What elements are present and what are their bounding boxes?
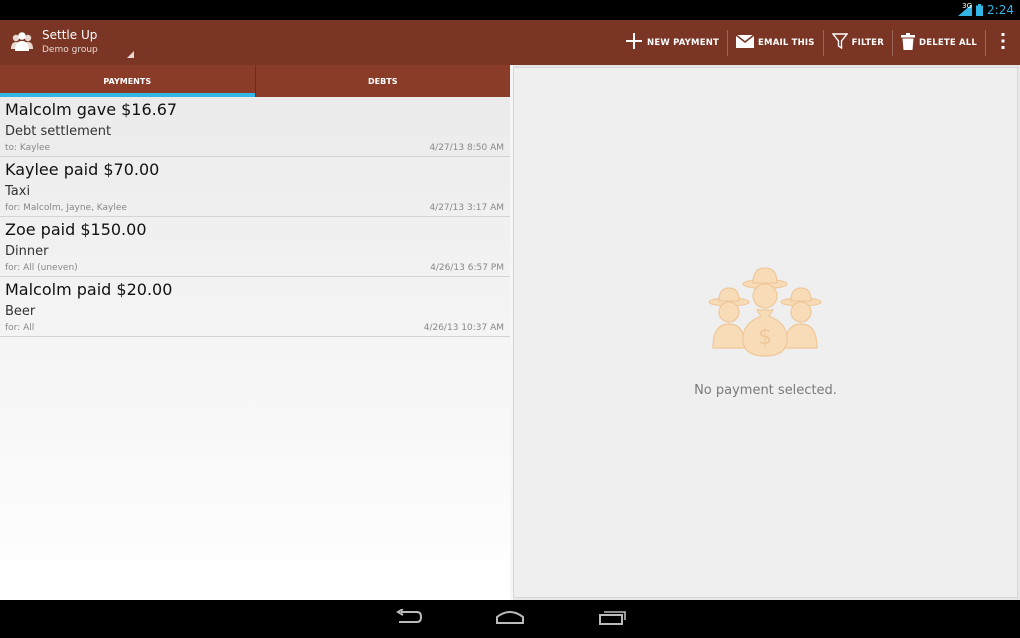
payment-date: 4/27/13 3:17 AM (429, 203, 504, 213)
payment-participants: for: All (uneven) (5, 263, 78, 273)
delete-all-label: DELETE ALL (918, 37, 977, 48)
list-item[interactable]: Zoe paid $150.00 Dinner for: All (uneven… (0, 217, 510, 277)
new-payment-button[interactable]: NEW PAYMENT (617, 20, 727, 65)
payment-description: Debt settlement (5, 124, 112, 139)
more-vertical-icon (1001, 32, 1005, 54)
email-this-label: EMAIL THIS (758, 37, 815, 48)
group-icon[interactable] (10, 31, 34, 53)
list-item[interactable]: Malcolm gave $16.67 Debt settlement to: … (0, 97, 510, 157)
delete-all-button[interactable]: DELETE ALL (893, 20, 985, 65)
action-bar: Settle Up Demo group NEW PAYMENT EMAIL T… (0, 20, 1020, 65)
trash-icon (900, 32, 915, 53)
tab-payments[interactable]: PAYMENTS (0, 65, 255, 97)
plus-icon (625, 32, 643, 53)
network-type: 3G (962, 2, 973, 10)
payments-list: Malcolm gave $16.67 Debt settlement to: … (0, 97, 510, 600)
recent-apps-button[interactable] (596, 608, 630, 630)
empty-state-message: No payment selected. (694, 383, 837, 398)
back-button[interactable] (391, 608, 425, 630)
payment-title: Malcolm paid $20.00 (5, 280, 173, 299)
payment-participants: for: All (5, 323, 35, 333)
filter-button[interactable]: FILTER (824, 20, 892, 65)
navigation-bar (0, 600, 1020, 638)
payment-participants: to: Kaylee (5, 143, 51, 153)
filter-icon (831, 33, 849, 52)
payment-date: 4/26/13 10:37 AM (423, 323, 504, 333)
recent-apps-icon (598, 609, 628, 629)
payment-title: Zoe paid $150.00 (5, 220, 147, 239)
new-payment-label: NEW PAYMENT (647, 37, 720, 48)
overflow-menu-button[interactable] (986, 20, 1020, 65)
cowboys-money-bag-icon: $ (705, 264, 825, 360)
status-icons: 3G 2:24 (958, 2, 1014, 18)
email-this-button[interactable]: EMAIL THIS (728, 20, 823, 65)
payment-date: 4/26/13 6:57 PM (430, 263, 504, 273)
back-icon (393, 608, 423, 629)
payment-title: Malcolm gave $16.67 (5, 100, 178, 119)
tab-bar: PAYMENTS DEBTS (0, 65, 510, 97)
group-name: Demo group (42, 45, 98, 55)
battery-icon (976, 4, 984, 16)
tab-debts[interactable]: DEBTS (254, 65, 511, 97)
detail-pane: $ No payment selected. (513, 65, 1020, 600)
app-title: Settle Up (42, 28, 98, 42)
home-icon (495, 609, 525, 629)
payment-description: Beer (5, 304, 36, 319)
list-item[interactable]: Kaylee paid $70.00 Taxi for: Malcolm, Ja… (0, 157, 510, 217)
payment-title: Kaylee paid $70.00 (5, 160, 160, 179)
spinner-arrow-icon (127, 51, 134, 58)
payment-description: Taxi (5, 184, 31, 199)
email-icon (735, 33, 755, 51)
action-buttons: NEW PAYMENT EMAIL THIS FILTER DELETE ALL (617, 20, 1020, 65)
payment-description: Dinner (5, 244, 49, 259)
filter-label: FILTER (851, 37, 884, 48)
list-item[interactable]: Malcolm paid $20.00 Beer for: All 4/26/1… (0, 277, 510, 337)
payment-participants: for: Malcolm, Jayne, Kaylee (5, 203, 127, 213)
home-button[interactable] (493, 608, 527, 630)
payment-date: 4/27/13 8:50 AM (429, 143, 504, 153)
detail-panel: $ No payment selected. (513, 67, 1018, 598)
clock: 2:24 (987, 3, 1014, 17)
status-bar: 3G 2:24 (0, 0, 1020, 20)
svg-text:$: $ (758, 325, 772, 350)
